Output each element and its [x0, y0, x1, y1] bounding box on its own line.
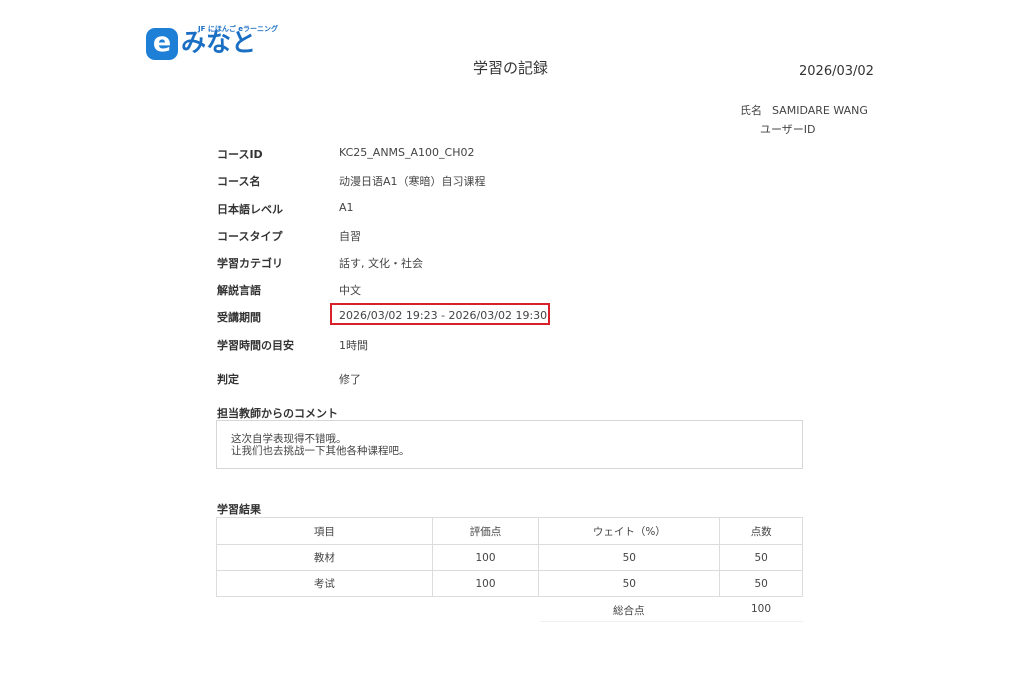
results-heading: 学習結果 [217, 503, 261, 516]
user-name-label: 氏名 [740, 104, 762, 117]
info-value-level: A1 [339, 201, 354, 214]
info-value-course-id: KC25_ANMS_A100_CH02 [339, 146, 475, 159]
table-cell: 50 [719, 544, 803, 571]
info-label-study-time: 学習時間の目安 [217, 339, 294, 352]
table-header-row: 項目 評価点 ウェイト（%） 点数 [216, 517, 803, 545]
table-cell: 50 [538, 570, 721, 597]
table-cell: 100 [431, 570, 540, 597]
info-value-judgement: 修了 [339, 373, 361, 386]
total-label: 総合点 [613, 605, 645, 617]
total-value: 100 [751, 603, 772, 615]
column-header-score: 評価点 [431, 517, 540, 545]
table-row: 考试 100 50 50 [216, 570, 803, 597]
logo-text: みなと [181, 28, 257, 57]
info-label-level: 日本語レベル [217, 203, 283, 216]
table-cell: 50 [538, 544, 721, 571]
record-date: 2026/03/02 [799, 64, 874, 79]
info-value-course-name: 动漫日语A1（寒暗）自习课程 [339, 175, 486, 188]
results-table: 項目 評価点 ウェイト（%） 点数 教材 100 50 50 考试 100 50… [216, 517, 803, 597]
logo: JF にほんご eラーニング e みなと [146, 22, 278, 62]
column-header-item: 項目 [216, 517, 433, 545]
info-value-course-type: 自習 [339, 230, 361, 243]
info-value-study-time: 1時間 [339, 339, 368, 352]
info-value-language: 中文 [339, 284, 361, 297]
table-row: 教材 100 50 50 [216, 544, 803, 571]
info-value-period: 2026/03/02 19:23 - 2026/03/02 19:30 [339, 309, 548, 322]
table-cell: 考试 [216, 570, 433, 597]
comment-heading: 担当教師からのコメント [217, 407, 338, 420]
info-value-category: 話す, 文化・社会 [339, 257, 423, 270]
page-title: 学習の記録 [473, 59, 549, 77]
user-name-row: 氏名 SAMIDARE WANG [740, 102, 868, 118]
user-name-value: SAMIDARE WANG [772, 104, 868, 117]
info-label-period: 受講期間 [217, 311, 261, 324]
total-divider [540, 621, 803, 622]
table-cell: 教材 [216, 544, 433, 571]
table-cell: 50 [719, 570, 803, 597]
info-label-category: 学習カテゴリ [217, 257, 283, 270]
comment-box: 这次自学表现得不错哦。 让我们也去挑战一下其他各种课程吧。 [216, 420, 803, 469]
column-header-weight: ウェイト（%） [538, 517, 721, 545]
logo-e-icon: e [146, 28, 178, 60]
comment-line: 让我们也去挑战一下其他各种课程吧。 [231, 445, 410, 457]
info-label-language: 解説言語 [217, 284, 261, 297]
user-id-label: ユーザーID [760, 123, 816, 136]
info-label-course-type: コースタイプ [217, 230, 283, 243]
info-label-course-name: コース名 [217, 175, 261, 188]
info-label-course-id: コースID [217, 148, 263, 161]
comment-line: 这次自学表现得不错哦。 [231, 433, 347, 445]
info-label-judgement: 判定 [217, 373, 239, 386]
column-header-points: 点数 [719, 517, 803, 545]
table-cell: 100 [431, 544, 540, 571]
